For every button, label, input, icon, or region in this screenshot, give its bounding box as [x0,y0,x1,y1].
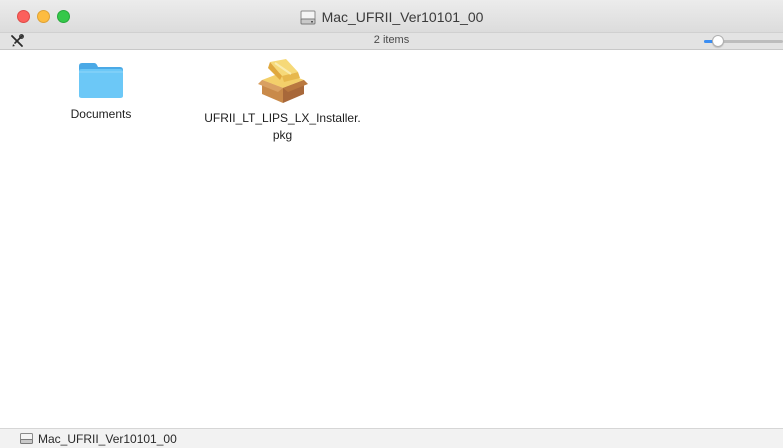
file-name-line: UFRII_LT_LIPS_LX_Installer. [204,111,361,125]
file-name-line: Documents [70,107,132,121]
file-item-documents[interactable]: Documents [46,60,156,123]
file-name: Documents [46,106,156,123]
items-count: 2 items [373,34,410,46]
slider-knob[interactable] [712,35,724,47]
file-name: UFRII_LT_LIPS_LX_Installer. pkg [195,110,370,144]
file-browser[interactable]: Documents UFRII_LT_LIPS_LX_Installer. pk… [0,50,783,428]
file-item-installer-pkg[interactable]: UFRII_LT_LIPS_LX_Installer. pkg [195,58,370,144]
file-name-line: pkg [272,128,293,142]
folder-icon [79,63,123,98]
window-title: Mac_UFRII_Ver10101_00 [0,8,783,26]
title-bar[interactable]: Mac_UFRII_Ver10101_00 [0,0,783,32]
toolbar: 2 items [0,32,783,50]
package-icon [257,59,308,103]
disk-image-icon[interactable] [20,433,33,444]
icon-size-slider[interactable] [704,33,783,49]
path-bar: Mac_UFRII_Ver10101_00 [0,428,783,448]
finder-window: Mac_UFRII_Ver10101_00 2 items Documents [0,0,783,448]
disk-image-icon [300,10,316,24]
window-title-text: Mac_UFRII_Ver10101_00 [321,9,484,25]
path-item[interactable]: Mac_UFRII_Ver10101_00 [38,432,177,446]
